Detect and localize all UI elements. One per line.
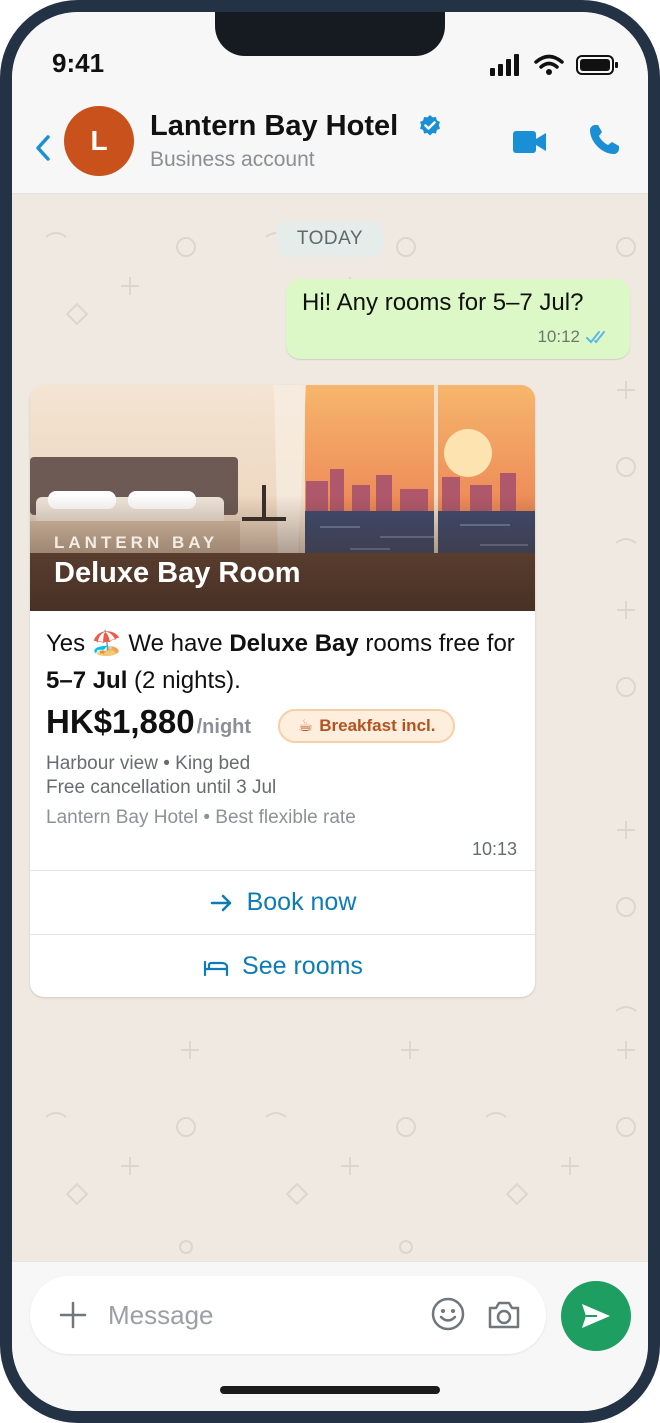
breakfast-badge: ☕ Breakfast incl. — [278, 709, 456, 743]
message-time: 10:13 — [471, 839, 517, 859]
verified-badge-icon — [420, 115, 440, 136]
book-now-label: Book now — [246, 888, 357, 916]
chat-header: L Lantern Bay Hotel Business account — [12, 104, 648, 194]
price-row: HK$1,880 /night — [46, 703, 251, 741]
screen: 9:41 L Lantern Bay Hotel Business accoun… — [12, 12, 648, 1411]
message-composer — [12, 1261, 648, 1411]
battery-icon — [576, 55, 618, 75]
book-now-button[interactable]: Book now — [30, 870, 535, 934]
read-receipt-icon — [586, 331, 605, 344]
send-icon — [582, 1304, 610, 1328]
chat-title[interactable]: Lantern Bay Hotel — [150, 110, 398, 143]
room-price: HK$1,880 — [46, 703, 195, 740]
body-text-1: Yes 🏖️ We have — [46, 630, 230, 657]
message-time: 10:12 — [537, 327, 580, 346]
room-details: Harbour view • King bed — [46, 753, 251, 774]
chat-subtitle: Business account — [150, 148, 315, 171]
incoming-offer-card: LANTERN BAY Deluxe Bay Room Yes 🏖️ We ha… — [30, 385, 535, 997]
message-input[interactable] — [108, 1294, 408, 1336]
badge-label: Breakfast incl. — [319, 716, 436, 735]
body-text-3: (2 nights). — [127, 667, 241, 694]
signal-icon — [490, 54, 519, 76]
chat-area: TODAY Hi! Any rooms for 5–7 Jul? 10:12 L… — [12, 195, 648, 1261]
video-call-icon[interactable] — [512, 128, 548, 156]
date-divider: TODAY — [276, 221, 384, 257]
send-button[interactable] — [561, 1281, 631, 1351]
emoji-icon[interactable] — [430, 1296, 466, 1332]
message-text: Hi! Any rooms for 5–7 Jul? — [302, 289, 584, 316]
status-icons — [490, 54, 620, 76]
bed-icon — [203, 960, 229, 976]
see-rooms-label: See rooms — [242, 952, 363, 980]
cancellation-policy: Free cancellation until 3 Jul — [46, 777, 277, 798]
body-bold-room: Deluxe Bay — [229, 630, 359, 657]
price-unit: /night — [196, 716, 252, 738]
card-message-text: Yes 🏖️ We have Deluxe Bay rooms free for… — [46, 625, 521, 699]
body-bold-dates: 5–7 Jul — [46, 667, 128, 694]
plus-icon[interactable] — [58, 1300, 88, 1330]
outgoing-message[interactable]: Hi! Any rooms for 5–7 Jul? 10:12 — [286, 279, 630, 359]
body-text-2: rooms free for — [358, 630, 515, 657]
image-room-title: Deluxe Bay Room — [54, 557, 301, 589]
coffee-icon: ☕ — [298, 716, 314, 735]
status-time: 9:41 — [52, 48, 105, 78]
avatar[interactable]: L — [64, 106, 134, 176]
home-indicator — [220, 1386, 440, 1394]
wifi-icon — [534, 54, 564, 75]
camera-notch — [215, 12, 445, 56]
see-rooms-button[interactable]: See rooms — [30, 934, 535, 997]
camera-icon[interactable] — [486, 1298, 522, 1332]
back-icon[interactable] — [30, 132, 56, 164]
card-footer: Lantern Bay Hotel • Best flexible rate — [46, 807, 356, 828]
arrow-right-icon — [210, 894, 231, 911]
phone-call-icon[interactable] — [586, 122, 622, 158]
phone-frame: 9:41 L Lantern Bay Hotel Business accoun… — [0, 0, 660, 1423]
image-brand-label: LANTERN BAY — [54, 533, 219, 552]
message-input-pill — [30, 1276, 546, 1354]
